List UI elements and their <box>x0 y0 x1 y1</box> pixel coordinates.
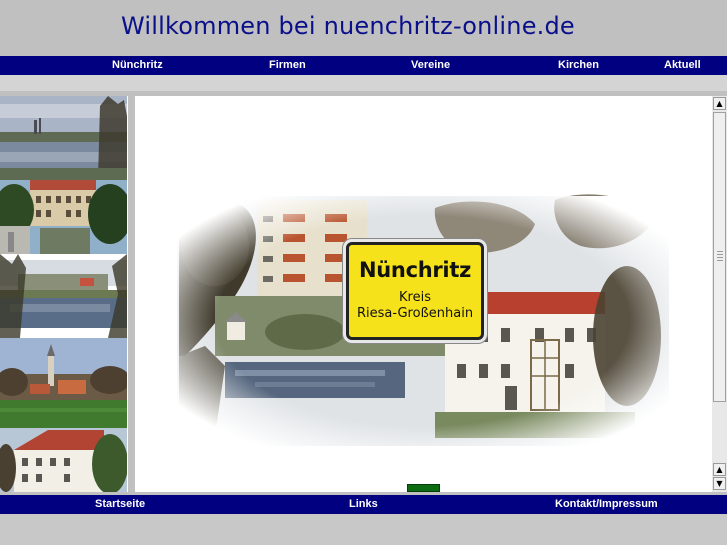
scrollbar-thumb[interactable] <box>713 112 726 402</box>
triangle-down-icon[interactable]: ▼ <box>713 477 726 490</box>
nav-link-vereine[interactable]: Vereine <box>411 56 450 75</box>
nav-link-kirchen[interactable]: Kirchen <box>558 56 599 75</box>
sidebar-photo-white-house <box>0 428 127 492</box>
sidebar-photo-river-landscape <box>0 96 127 180</box>
sign-town-name: Nünchritz <box>359 258 471 282</box>
nav-link-links[interactable]: Links <box>349 495 378 514</box>
page-title: Willkommen bei nuenchritz-online.de <box>121 12 575 40</box>
nav-link-nuenchritz[interactable]: Nünchritz <box>112 56 163 75</box>
sidebar-photo-church-fields <box>0 338 127 428</box>
loading-indicator <box>407 484 440 492</box>
sign-district-line2: Riesa-Großenhain <box>356 306 474 321</box>
sign-district-line1: Kreis <box>399 290 431 305</box>
town-sign: Nünchritz Kreis Riesa-Großenhain <box>346 242 484 340</box>
nav-link-firmen[interactable]: Firmen <box>269 56 306 75</box>
sidebar-photo-village-water <box>0 254 127 338</box>
nav-link-startseite[interactable]: Startseite <box>95 495 145 514</box>
footer-strip <box>0 514 727 545</box>
photo-sidebar <box>0 96 128 492</box>
top-navigation: Nünchritz Firmen Vereine Kirchen Aktuell <box>0 56 727 75</box>
sidebar-photo-palace <box>0 180 127 254</box>
nav-link-kontakt-impressum[interactable]: Kontakt/Impressum <box>555 495 658 514</box>
triangle-up-icon[interactable]: ▲ <box>713 463 726 476</box>
bottom-navigation: Startseite Links Kontakt/Impressum <box>0 495 727 514</box>
header-divider-strip <box>0 75 727 91</box>
nav-link-aktuell[interactable]: Aktuell <box>664 56 701 75</box>
triangle-up-icon[interactable]: ▲ <box>713 97 726 110</box>
main-content-area: Nünchritz Kreis Riesa-Großenhain <box>135 96 712 492</box>
content-scrollbar[interactable]: ▲ ▲ ▼ <box>712 96 727 492</box>
